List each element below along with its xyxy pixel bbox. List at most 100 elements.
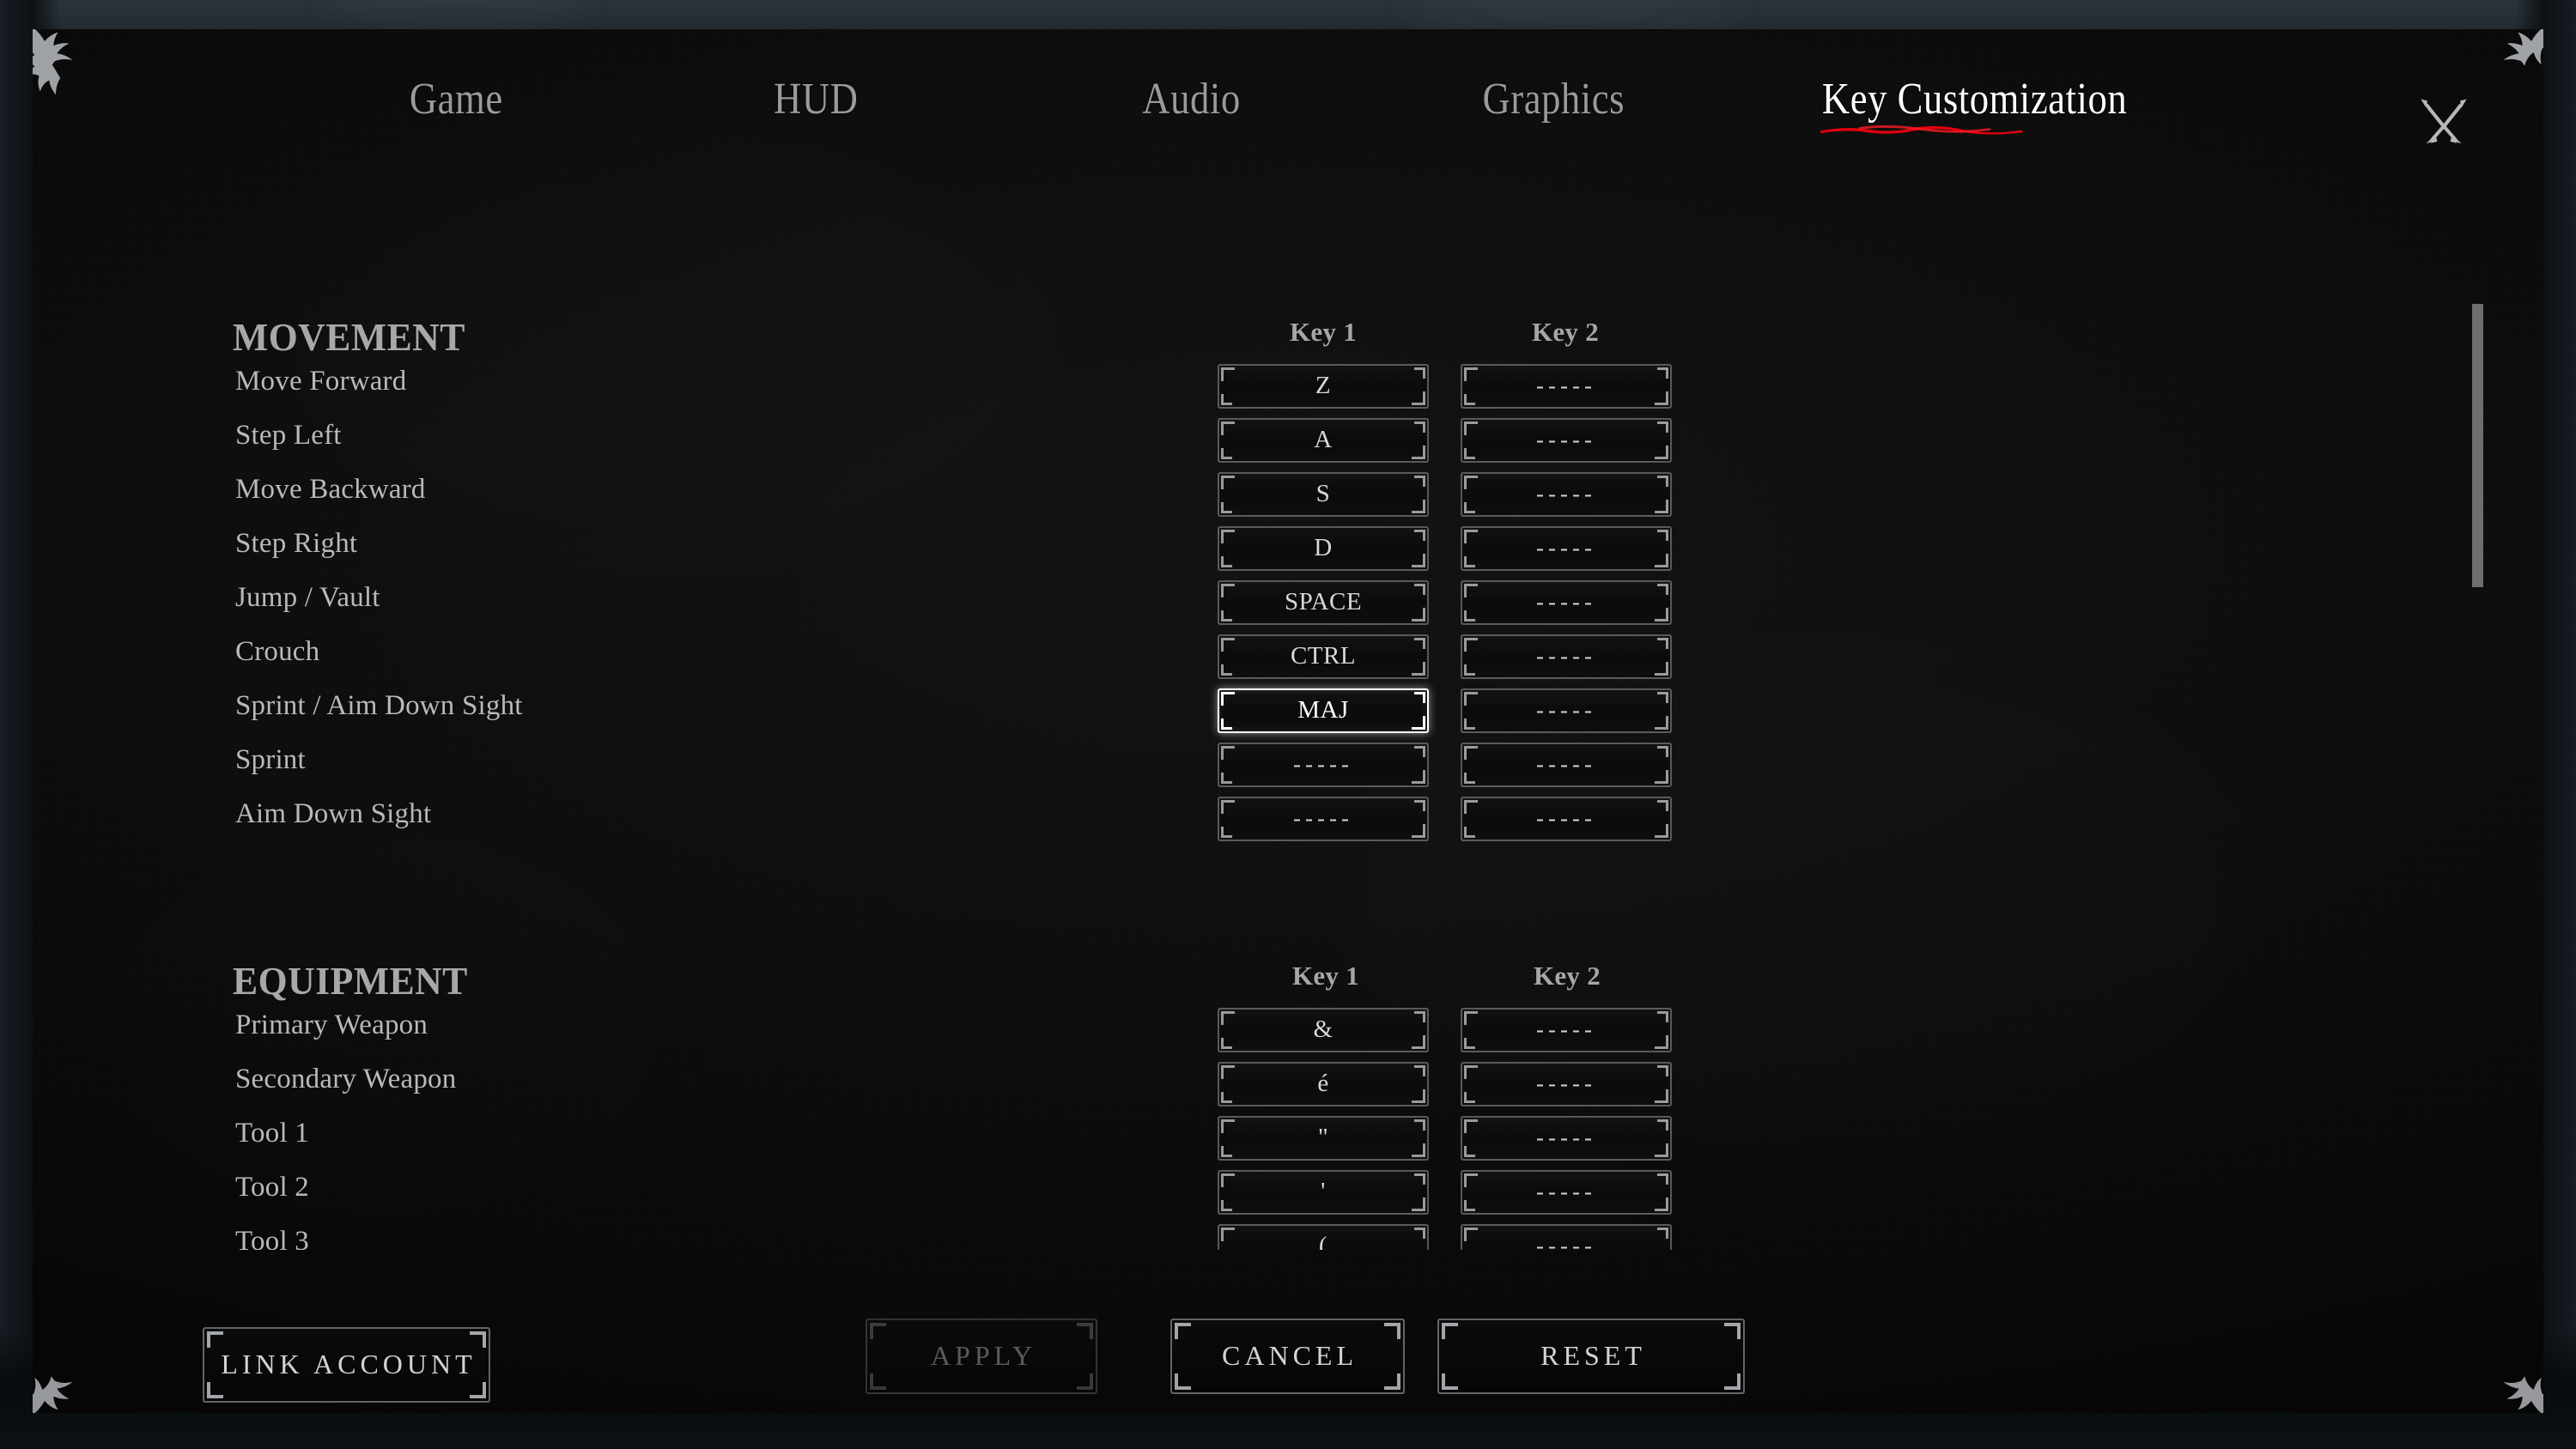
row-label: Crouch [235,636,320,667]
tab-label: Audio [1142,75,1241,124]
keybind-value: ----- [1536,426,1596,452]
keybind-key2[interactable]: ----- [1461,634,1672,679]
keybind-key2[interactable]: ----- [1461,364,1672,409]
scrollbar-thumb[interactable] [2472,304,2483,587]
row-label: Tool 3 [235,1226,309,1250]
keybind-key1[interactable]: SPACE [1218,580,1429,625]
button-label: RESET [1540,1339,1646,1371]
keybind-value: é [1317,1069,1329,1097]
cancel-button[interactable]: CANCEL [1170,1319,1405,1394]
keybind-value: ----- [1536,1016,1596,1042]
button-label: CANCEL [1222,1339,1358,1371]
keybind-key1[interactable]: ' [1218,1170,1429,1215]
keybind-key1[interactable]: CTRL [1218,634,1429,679]
keybind-value: & [1313,1015,1334,1043]
keybind-value: ( [1318,1231,1328,1251]
keybind-key1-selected[interactable]: MAJ [1218,688,1429,733]
row-label: Secondary Weapon [235,1064,457,1094]
keybind-value: ----- [1293,750,1353,777]
row-label: Tool 1 [235,1118,309,1149]
row-label: Sprint [235,744,306,775]
keybind-value: ----- [1536,372,1596,398]
row-label: Move Forward [235,366,407,397]
tab-hud[interactable]: HUD [774,74,858,124]
section-title: MOVEMENT [233,315,465,359]
keybind-key1[interactable]: Z [1218,364,1429,409]
close-icon[interactable] [2411,91,2476,156]
keybind-key2[interactable]: ----- [1461,472,1672,517]
ornament-corner-bottom-left [33,1376,73,1413]
row-label: Sprint / Aim Down Sight [235,690,523,721]
keybind-key2[interactable]: ----- [1461,688,1672,733]
row-label: Step Left [235,420,342,451]
keybind-value: ----- [1536,696,1596,723]
keybind-value: " [1317,1123,1329,1151]
content-scrollbar[interactable] [2472,304,2483,1188]
tab-label: Key Customization [1821,75,2128,124]
keybind-value: A [1314,425,1333,453]
column-header-key2: Key 2 [1533,961,1601,991]
keybind-value: ----- [1536,1070,1596,1096]
keybind-key1[interactable]: é [1218,1062,1429,1106]
keybind-value: ----- [1536,480,1596,506]
column-header-key1: Key 1 [1291,961,1360,991]
tab-label: Graphics [1482,75,1625,124]
column-header-key1: Key 1 [1289,317,1358,347]
keybind-value: ----- [1536,804,1596,831]
keybind-value: SPACE [1284,587,1363,615]
keybind-key2[interactable]: ----- [1461,1116,1672,1161]
keybind-key2[interactable]: ----- [1461,1170,1672,1215]
keybind-key1[interactable]: & [1218,1008,1429,1052]
keybind-key1[interactable]: ----- [1218,797,1429,841]
row-label: Step Right [235,528,358,559]
keybind-key2[interactable]: ----- [1461,418,1672,463]
keybind-key1[interactable]: ----- [1218,743,1429,787]
tab-graphics[interactable]: Graphics [1482,74,1625,124]
keybind-value: CTRL [1290,641,1357,670]
tab-game[interactable]: Game [410,74,503,124]
row-label: Primary Weapon [235,1009,428,1040]
keybind-value: ----- [1536,642,1596,669]
keybind-key2[interactable]: ----- [1461,1008,1672,1052]
keybind-key1[interactable]: " [1218,1116,1429,1161]
tab-label: HUD [774,75,859,124]
tab-audio[interactable]: Audio [1142,74,1240,124]
keybind-key1[interactable]: S [1218,472,1429,517]
keybind-value: ----- [1293,804,1353,831]
keybind-key2[interactable]: ----- [1461,526,1672,571]
keybind-key1[interactable]: ( [1218,1224,1429,1250]
apply-button[interactable]: APPLY [866,1319,1097,1394]
keybind-value: ----- [1536,1124,1596,1150]
keybind-key2[interactable]: ----- [1461,797,1672,841]
keybind-value: Z [1315,371,1332,399]
tab-key-customization[interactable]: Key Customization [1820,74,2128,135]
column-header-key2: Key 2 [1531,317,1600,347]
settings-scroll-viewport[interactable]: MOVEMENT Key 1 Key 2 Move Forward Z ----… [33,211,2543,1250]
settings-panel: Game HUD Audio Graphics Key Customizatio… [33,29,2543,1413]
row-label: Tool 2 [235,1172,309,1203]
button-label: LINK ACCOUNT [221,1348,477,1379]
row-label: Aim Down Sight [235,798,432,829]
keybind-value: S [1315,479,1331,507]
tab-label: Game [409,75,503,124]
keybind-key1[interactable]: D [1218,526,1429,571]
button-label: APPLY [930,1339,1037,1371]
keybind-key2[interactable]: ----- [1461,743,1672,787]
keybind-value: ----- [1536,1178,1596,1204]
link-account-button[interactable]: LINK ACCOUNT [203,1327,490,1403]
keybind-key2[interactable]: ----- [1461,580,1672,625]
keybind-key2[interactable]: ----- [1461,1062,1672,1106]
keybind-value: ' [1321,1177,1326,1205]
reset-button[interactable]: RESET [1437,1319,1745,1394]
keybind-value: ----- [1536,588,1596,615]
keybind-key2[interactable]: ----- [1461,1224,1672,1250]
keybind-value: MAJ [1297,695,1349,724]
settings-tab-bar: Game HUD Audio Graphics Key Customizatio… [33,29,2543,158]
keybind-key1[interactable]: A [1218,418,1429,463]
row-label: Jump / Vault [235,582,380,613]
keybind-value: ----- [1536,750,1596,777]
ornament-corner-bottom-right [2503,1376,2543,1413]
row-label: Move Backward [235,474,426,505]
keybind-value: ----- [1536,1232,1596,1251]
keybind-value: ----- [1536,534,1596,561]
